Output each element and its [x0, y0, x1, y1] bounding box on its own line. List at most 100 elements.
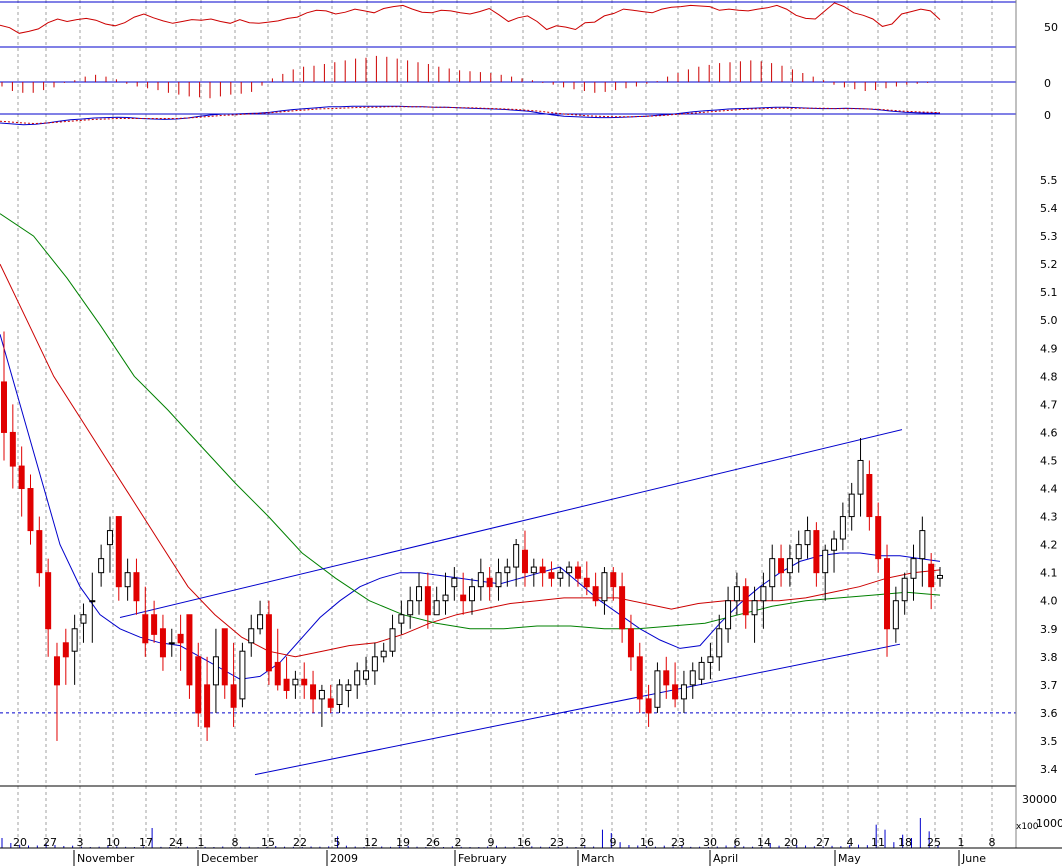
macd-tick-label: 0 [1044, 109, 1051, 122]
candle-body [875, 516, 882, 560]
candle-body [839, 516, 846, 540]
price-tick-label: 3.9 [1040, 623, 1058, 636]
candle-body [574, 566, 581, 579]
x-tick-day: 5 [334, 836, 341, 849]
candle-body [813, 530, 820, 574]
x-tick-day: 23 [550, 836, 564, 849]
candle-body [627, 628, 634, 658]
x-tick-day: 27 [816, 836, 830, 849]
candle-body [477, 572, 484, 588]
candle-body [442, 594, 449, 602]
axes: 20 27 3 10 17 24 1 8 15 22 5 12 19 26 2 9 16 23 2 9 16 23 30 6 1… [0, 0, 1062, 866]
candle-body [53, 656, 60, 686]
candle-body [407, 600, 414, 616]
price-tick-label: 4.2 [1040, 539, 1058, 552]
candle-body [919, 530, 926, 560]
candle-body [195, 656, 202, 714]
x-tick-day: 9 [610, 836, 617, 849]
price-panel: 3.4 3.5 3.6 3.7 3.8 3.9 4.0 4.1 4.2 4.3 4.4 4.5 4.6 4… [0, 174, 1058, 776]
candle-body [804, 530, 811, 546]
x-tick-day: 27 [43, 836, 57, 849]
upper-trendline [119, 429, 903, 619]
candle-body [786, 558, 793, 574]
price-tick-label: 3.6 [1040, 707, 1058, 720]
candle-body [345, 684, 352, 691]
candle-body [283, 678, 290, 691]
volume-tick-label: 30000 [1022, 793, 1057, 806]
vertical-gridlines [17, 0, 993, 848]
candle-body [389, 628, 396, 652]
x-tick-day: 25 [927, 836, 941, 849]
macd-line [0, 105, 940, 126]
candle-body [424, 586, 431, 616]
x-tick-day: 26 [426, 836, 440, 849]
x-tick-day: 18 [898, 836, 912, 849]
x-tick-month: February [458, 852, 507, 865]
x-tick-day: 2 [580, 836, 587, 849]
x-tick-day: 12 [364, 836, 378, 849]
candle-body [707, 656, 714, 663]
candle-body [318, 689, 325, 700]
candle-body [795, 544, 802, 560]
candle-body [892, 600, 899, 630]
candle-body [460, 594, 467, 602]
price-tick-label: 4.3 [1040, 511, 1058, 524]
candle-body [257, 614, 264, 630]
candle-body [539, 566, 546, 574]
x-tick-day: 16 [640, 836, 654, 849]
candle-body [292, 678, 299, 686]
candle-body [716, 628, 723, 658]
rsi-line [0, 2, 941, 34]
candle-body [645, 698, 652, 714]
x-tick-day: 8 [989, 836, 996, 849]
x-tick-month: December [201, 852, 259, 865]
x-tick-day: 9 [488, 836, 495, 849]
x-tick-day: 4 [847, 836, 854, 849]
candle-body [1, 381, 7, 433]
candle-body [680, 684, 687, 700]
candle-body [672, 684, 679, 700]
x-tick-day: 1 [198, 836, 205, 849]
candle-body [433, 600, 440, 616]
candle-body [98, 558, 105, 574]
price-tick-label: 3.8 [1040, 651, 1058, 664]
rsi-tick-label: 50 [1044, 21, 1058, 34]
price-tick-label: 4.4 [1040, 483, 1058, 496]
candle-body [380, 650, 387, 658]
candle-body [548, 572, 555, 579]
candle-body [301, 678, 308, 686]
price-tick-label: 4.5 [1040, 454, 1058, 467]
candle-body [495, 572, 502, 588]
volume-tick-label: 10000 [1036, 817, 1062, 830]
x-tick-day: 17 [139, 836, 153, 849]
price-tick-label: 4.8 [1040, 370, 1058, 383]
candle-body [371, 656, 378, 672]
price-tick-label: 4.9 [1040, 342, 1058, 355]
candle-body [106, 530, 113, 546]
x-tick-month: April [713, 852, 738, 865]
x-tick-day: 30 [703, 836, 717, 849]
x-tick-month: November [77, 852, 135, 865]
candle-body [398, 614, 405, 624]
moving-average-short [0, 334, 941, 680]
candle-body [848, 493, 855, 518]
candle-body [822, 549, 829, 574]
x-tick-day: 24 [169, 836, 183, 849]
candle-body [689, 670, 696, 686]
price-tick-label: 4.7 [1040, 398, 1058, 411]
candle-body [204, 684, 211, 728]
candle-body [619, 586, 626, 630]
candle-body [310, 684, 317, 700]
candle-body [363, 670, 370, 680]
x-tick-day: 20 [784, 836, 798, 849]
x-tick-day: 15 [261, 836, 275, 849]
candle-body [937, 574, 943, 579]
x-tick-month: May [838, 852, 861, 865]
candle-body [18, 465, 25, 490]
candle-body [265, 614, 272, 672]
candle-body [521, 549, 528, 574]
candle-body [778, 558, 785, 574]
x-tick-month: June [961, 852, 986, 865]
candle-body [663, 670, 670, 686]
x-tick-day: 16 [517, 836, 531, 849]
